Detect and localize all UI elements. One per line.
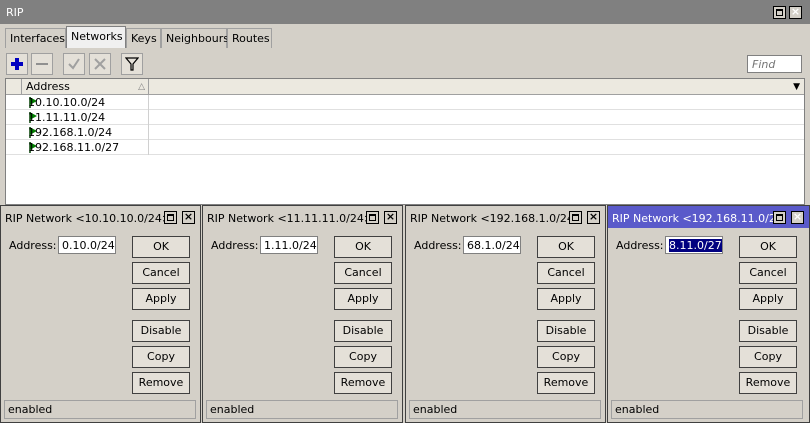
dialog-title-bar: RIP Network <192.168.11.0/2... × [608,206,809,228]
copy-button[interactable]: Copy [537,346,595,368]
disable-button[interactable]: Disable [739,320,797,342]
address-label: Address: [616,239,664,252]
enable-button[interactable] [63,53,85,75]
add-icon [11,58,23,70]
dialog-title: RIP Network <192.168.11.0/2... [612,212,787,225]
copy-button[interactable]: Copy [132,346,190,368]
address-label: Address: [211,239,259,252]
table-row[interactable]: 192.168.11.0/27 [6,140,804,155]
disable-button[interactable]: Disable [537,320,595,342]
dialog-title-bar: RIP Network <11.11.11.0/24> × [203,206,402,228]
copy-button[interactable]: Copy [334,346,392,368]
address-value: 8.11.0/27 [669,239,722,252]
filter-icon [125,57,139,71]
close-icon[interactable]: × [791,210,804,224]
close-icon[interactable]: × [384,210,397,224]
remove-icon [36,63,48,65]
ok-button[interactable]: OK [739,236,797,258]
remove-button[interactable]: Remove [739,372,797,394]
column-header-address[interactable]: Address △ [22,79,149,95]
disable-icon [94,58,106,70]
table-row[interactable]: 11.11.11.0/24 [6,110,804,125]
apply-button[interactable]: Apply [739,288,797,310]
dialog-title-bar: RIP Network <192.168.1.0/24> × [406,206,605,228]
find-input[interactable] [747,55,802,73]
networks-table: Address △ ▼ 10.10.10.0/24 11.11.11.0/24 19… [5,78,805,205]
table-row[interactable]: 192.168.1.0/24 [6,125,804,140]
rip-network-dialog: RIP Network <11.11.11.0/24> × Address: 1.11… [202,205,403,423]
address-label: Address: [414,239,462,252]
copy-button[interactable]: Copy [739,346,797,368]
disable-button[interactable]: Disable [334,320,392,342]
tab-neighbours[interactable]: Neighbours [161,28,229,48]
table-header: Address △ ▼ [6,79,804,95]
remove-button[interactable]: Remove [334,372,392,394]
toolbar [0,48,810,78]
dialog-title: RIP Network <10.10.10.0/24> [5,212,172,225]
column-menu-icon[interactable]: ▼ [793,79,800,95]
rip-network-dialog: RIP Network <192.168.11.0/2... × Address: 8… [607,205,810,423]
row-marker-header [6,79,22,95]
cancel-button[interactable]: Cancel [537,262,595,284]
dialog-title-bar: RIP Network <10.10.10.0/24> × [1,206,200,228]
maximize-icon[interactable] [569,211,582,224]
address-field[interactable]: 1.11.0/24 [260,236,318,254]
status-text: enabled [611,400,803,419]
dialog-title: RIP Network <192.168.1.0/24> [410,212,584,225]
maximize-icon[interactable] [773,6,786,19]
remove-button[interactable]: Remove [537,372,595,394]
tab-routes[interactable]: Routes [227,28,272,48]
maximize-icon[interactable] [366,211,379,224]
window-title: RIP [6,6,24,19]
ok-button[interactable]: OK [334,236,392,258]
rip-window-title-bar: RIP × [0,0,810,24]
tab-networks[interactable]: Networks [66,26,126,48]
tab-interfaces[interactable]: Interfaces [5,28,66,48]
address-value: 1.11.0/24 [264,239,317,252]
address-field[interactable]: 0.10.0/24 [58,236,116,254]
maximize-icon[interactable] [773,211,786,224]
ok-button[interactable]: OK [537,236,595,258]
rip-network-dialog: RIP Network <192.168.1.0/24> × Address: 68.… [405,205,606,423]
sort-icon: △ [138,82,145,92]
cancel-button[interactable]: Cancel [132,262,190,284]
apply-button[interactable]: Apply [132,288,190,310]
close-icon[interactable]: × [587,210,600,224]
address-label: Address: [9,239,57,252]
close-icon[interactable]: × [182,210,195,224]
address-field[interactable]: 68.1.0/24 [463,236,521,254]
column-header-address-label: Address [26,80,70,93]
tab-bar: Interfaces Networks Keys Neighbours Rout… [0,24,810,48]
table-row[interactable]: 10.10.10.0/24 [6,95,804,110]
address-cell: 192.168.1.0/24 [6,125,149,140]
remove-button[interactable] [31,53,53,75]
tab-keys[interactable]: Keys [126,28,161,48]
remove-button[interactable]: Remove [132,372,190,394]
address-cell: 10.10.10.0/24 [6,95,149,110]
maximize-icon[interactable] [164,211,177,224]
apply-button[interactable]: Apply [537,288,595,310]
cancel-button[interactable]: Cancel [739,262,797,284]
address-cell: 11.11.11.0/24 [6,110,149,125]
disable-button[interactable]: Disable [132,320,190,342]
filter-button[interactable] [121,53,143,75]
ok-button[interactable]: OK [132,236,190,258]
status-text: enabled [409,400,601,419]
apply-button[interactable]: Apply [334,288,392,310]
disable-button[interactable] [89,53,111,75]
rip-network-dialog: RIP Network <10.10.10.0/24> × Address: 0.10… [0,205,201,423]
dialog-title: RIP Network <11.11.11.0/24> [207,212,374,225]
enable-icon [68,58,80,70]
cancel-button[interactable]: Cancel [334,262,392,284]
status-text: enabled [4,400,196,419]
address-field[interactable]: 8.11.0/27 [665,236,723,254]
address-value: 0.10.0/24 [62,239,115,252]
status-text: enabled [206,400,398,419]
address-cell: 192.168.11.0/27 [6,140,149,155]
address-value: 68.1.0/24 [467,239,520,252]
add-button[interactable] [6,53,28,75]
close-icon[interactable]: × [789,5,802,19]
